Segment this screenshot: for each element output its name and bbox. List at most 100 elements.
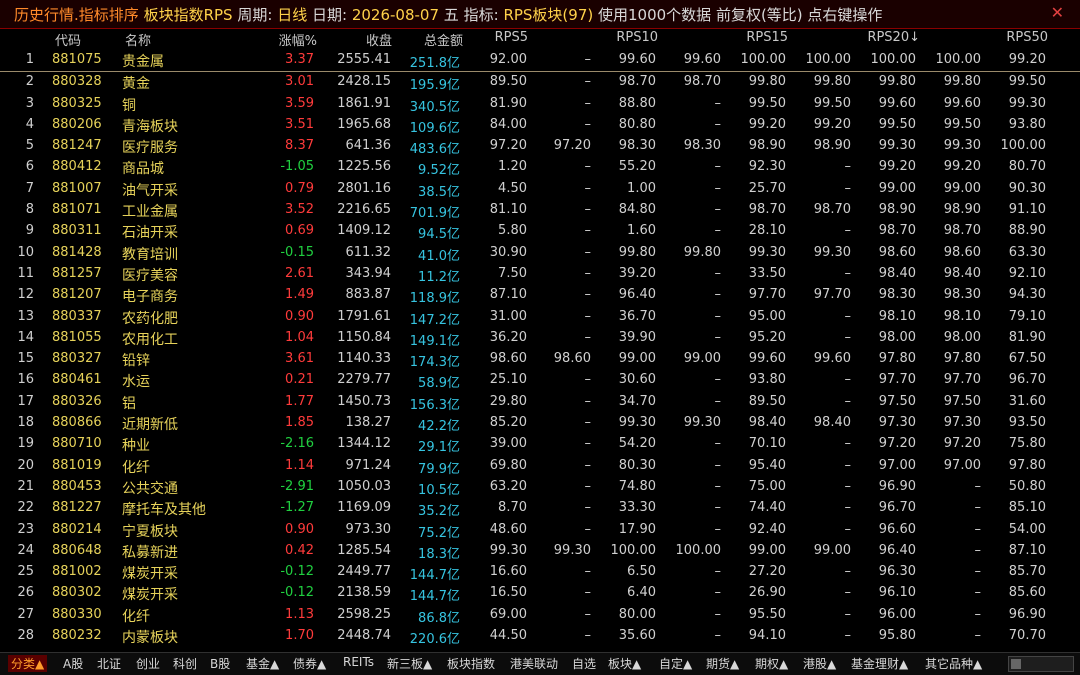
cell-rps: 98.40 (748, 415, 786, 431)
cell-name: 近期新低 (122, 417, 178, 434)
tab-16[interactable]: 期权▲ (752, 655, 791, 672)
cell-rps: 6.40 (627, 585, 656, 601)
table-row[interactable]: 1 881075 贵金属 3.37 2555.41 251.8亿 92.00 – 99.60 99… (0, 50, 1080, 73)
cell-rps: 98.10 (878, 308, 916, 324)
table-row[interactable]: 3 880325 铜 3.59 1861.91 340.5亿 81.90 – 88.80 – 99.… (0, 94, 1080, 115)
table-row[interactable]: 11 881257 医疗美容 2.61 343.94 11.2亿 7.50 – 39.20 – 33… (0, 264, 1080, 285)
cell-rps: 97.80 (878, 351, 916, 367)
table-row[interactable]: 21 880453 公共交通 -2.91 1050.03 10.5亿 63.20 – 74.80… (0, 477, 1080, 498)
header-3[interactable]: 收盘 (335, 30, 392, 49)
tab-17[interactable]: 港股▲ (800, 655, 839, 672)
row-index: 25 (17, 564, 34, 580)
table-row[interactable]: 12 881207 电子商务 1.49 883.87 118.9亿 87.10 – 96.40 –… (0, 285, 1080, 306)
header-7[interactable]: RPS15 (728, 30, 788, 45)
row-index: 23 (17, 521, 34, 537)
close-icon[interactable]: ✕ (1051, 3, 1064, 22)
table-row[interactable]: 9 880311 石油开采 0.69 1409.12 94.5亿 5.80 – 1.60 – 28.… (0, 221, 1080, 242)
tab-14[interactable]: 自定▲ (656, 655, 695, 672)
scroll-thumb[interactable] (1011, 659, 1021, 669)
tab-3[interactable]: 创业 (133, 655, 163, 672)
table-row[interactable]: 5 881247 医疗服务 8.37 641.36 483.6亿 97.20 97.20 98.… (0, 136, 1080, 157)
table-row[interactable]: 15 880327 铅锌 3.61 1140.33 174.3亿 98.60 98.60 99.… (0, 349, 1080, 370)
header-9[interactable]: RPS50 (988, 30, 1048, 45)
cell-rps: 50.80 (1008, 478, 1046, 494)
category-tab-bar: 分类▲ A股 北证 创业 科创 B股 基金▲ 债券▲ REITs 新三板▲ 板块指数 港美联动 自选 板块… (0, 652, 1080, 675)
cell-rps: 99.60 (943, 95, 981, 111)
cell-rps: 96.60 (878, 521, 916, 537)
cell-rps: 99.00 (618, 351, 656, 367)
tab-9[interactable]: 新三板▲ (384, 655, 435, 672)
table-row[interactable]: 7 881007 油气开采 0.79 2801.16 38.5亿 4.50 – 1.00 – 25.… (0, 179, 1080, 200)
table-row[interactable]: 4 880206 青海板块 3.51 1965.68 109.6亿 84.00 – 80.80 –… (0, 115, 1080, 136)
cell-rps: 91.10 (1008, 202, 1046, 218)
tab-8[interactable]: REITs (340, 655, 377, 669)
cell-rps: – (714, 329, 722, 345)
tab-1[interactable]: A股 (60, 655, 86, 672)
tab-7[interactable]: 债券▲ (290, 655, 329, 672)
horizontal-scrollbar[interactable] (1008, 656, 1074, 672)
tab-18[interactable]: 基金理财▲ (848, 655, 911, 672)
cell-rps: 97.70 (813, 287, 851, 303)
table-row[interactable]: 23 880214 宁夏板块 0.90 973.30 75.2亿 48.60 – 17.90 – 9… (0, 520, 1080, 541)
cell-rps: 99.00 (748, 542, 786, 558)
table-row[interactable]: 10 881428 教育培训 -0.15 611.32 41.0亿 30.90 – 99.80 9… (0, 243, 1080, 264)
row-index: 24 (17, 542, 34, 558)
table-row[interactable]: 8 881071 工业金属 3.52 2216.65 701.9亿 81.10 – 84.80 –… (0, 200, 1080, 221)
header-8[interactable]: RPS20↓ (850, 30, 920, 45)
tab-10[interactable]: 板块指数 (444, 655, 498, 672)
table-row[interactable]: 20 881019 化纤 1.14 971.24 79.9亿 69.80 – 80.30 – 95.… (0, 456, 1080, 477)
cell-rps: 97.20 (553, 138, 591, 154)
tab-19[interactable]: 其它品种▲ (922, 655, 985, 672)
table-row[interactable]: 16 880461 水运 0.21 2279.77 58.9亿 25.10 – 30.60 – 93… (0, 370, 1080, 391)
table-row[interactable]: 2 880328 黄金 3.01 2428.15 195.9亿 89.50 – 98.70 98.… (0, 72, 1080, 93)
tab-4[interactable]: 科创 (170, 655, 200, 672)
cell-close: 2428.15 (337, 74, 391, 90)
cell-rps: 93.50 (1008, 415, 1046, 431)
cell-rps: 1.60 (627, 223, 656, 239)
tab-0[interactable]: 分类▲ (8, 655, 48, 672)
tab-13[interactable]: 板块▲ (605, 655, 644, 672)
table-row[interactable]: 6 880412 商品城 -1.05 1225.56 9.52亿 1.20 – 55.20 – 92… (0, 157, 1080, 178)
cell-rps: 54.00 (1008, 521, 1046, 537)
tab-11[interactable]: 港美联动 (507, 655, 561, 672)
cell-amount: 149.1亿 (409, 333, 460, 349)
table-row[interactable]: 18 880866 近期新低 1.85 138.27 42.2亿 85.20 – 99.30 99… (0, 413, 1080, 434)
tab-12[interactable]: 自选 (569, 655, 599, 672)
table-row[interactable]: 28 880232 内蒙板块 1.70 2448.74 220.6亿 44.50 – 35.60… (0, 626, 1080, 647)
cell-code: 881071 (52, 202, 102, 218)
table-row[interactable]: 14 881055 农用化工 1.04 1150.84 149.1亿 36.20 – 39.90… (0, 328, 1080, 349)
table-row[interactable]: 17 880326 铝 1.77 1450.73 156.3亿 29.80 – 34.70 – 89… (0, 392, 1080, 413)
header-2[interactable]: 涨幅% (272, 30, 317, 49)
row-index: 14 (17, 329, 34, 345)
header-5[interactable]: RPS5 (473, 30, 528, 45)
cell-rps: – (714, 372, 722, 388)
cell-close: 611.32 (345, 244, 392, 260)
table-row[interactable]: 24 880648 私募新进 0.42 1285.54 18.3亿 99.30 99.30 10… (0, 541, 1080, 562)
cell-rps: 31.60 (1008, 393, 1046, 409)
tab-15[interactable]: 期货▲ (703, 655, 742, 672)
cell-rps: 95.80 (878, 628, 916, 644)
table-row[interactable]: 25 881002 煤炭开采 -0.12 2449.77 144.7亿 16.60 – 6.50… (0, 562, 1080, 583)
header-0[interactable]: 代码 (55, 30, 95, 49)
cell-rps: 17.90 (618, 521, 656, 537)
header-6[interactable]: RPS10 (598, 30, 658, 45)
tab-5[interactable]: B股 (207, 655, 233, 672)
cell-rps: 96.00 (878, 606, 916, 622)
cell-code: 880327 (52, 351, 102, 367)
cell-rps: 97.80 (1008, 457, 1046, 473)
cell-amount: 18.3亿 (418, 546, 460, 562)
header-4[interactable]: 总金额 (408, 30, 463, 49)
cell-close: 2801.16 (337, 180, 391, 196)
table-header: 代码 名称 涨幅% 收盘 总金额 RPS5 RPS10 RPS15 RPS20↓ RPS50 (0, 28, 1080, 50)
table-row[interactable]: 22 881227 摩托车及其他 -1.27 1169.09 35.2亿 8.70 – 33.3… (0, 498, 1080, 519)
table-row[interactable]: 27 880330 化纤 1.13 2598.25 86.8亿 69.00 – 80.00 – 95… (0, 605, 1080, 626)
table-row[interactable]: 26 880302 煤炭开采 -0.12 2138.59 144.7亿 16.50 – 6.40… (0, 583, 1080, 604)
cell-rps: 97.30 (943, 415, 981, 431)
data-table[interactable]: 1 881075 贵金属 3.37 2555.41 251.8亿 92.00–99.60 99… (0, 50, 1080, 647)
table-row[interactable]: 19 880710 种业 -2.16 1344.12 29.1亿 39.00 – 54.20 – 7… (0, 434, 1080, 455)
tab-6[interactable]: 基金▲ (243, 655, 282, 672)
table-row[interactable]: 13 880337 农药化肥 0.90 1791.61 147.2亿 31.00 – 36.70… (0, 307, 1080, 328)
cell-close: 1791.61 (337, 308, 391, 324)
tab-2[interactable]: 北证 (94, 655, 124, 672)
header-1[interactable]: 名称 (125, 30, 185, 49)
